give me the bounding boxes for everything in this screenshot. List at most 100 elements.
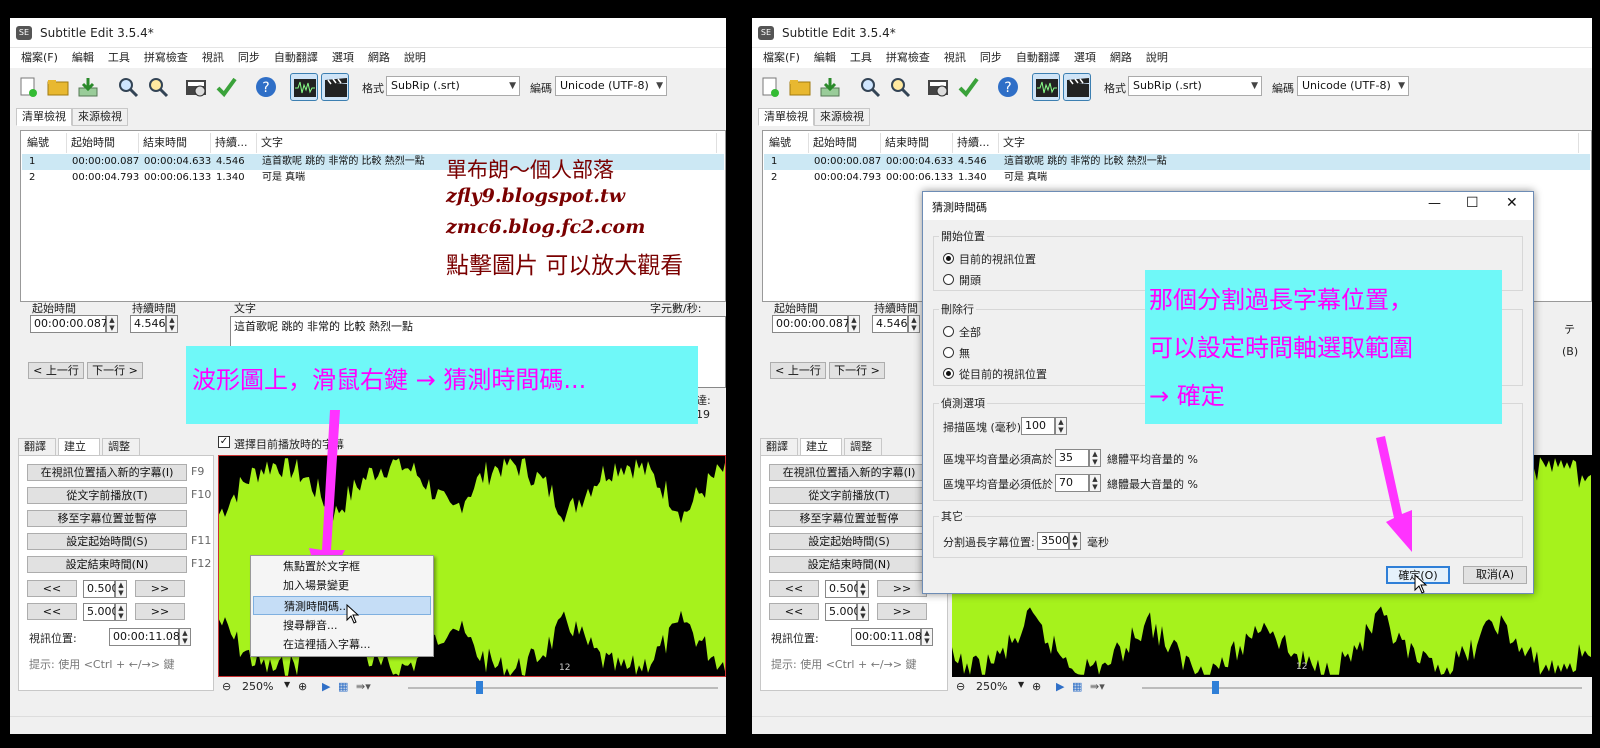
table-row[interactable]: 2 00:00:04.793 00:00:06.133 1.340 可是 真喘	[22, 170, 724, 186]
col-header-end[interactable]: 結束時間	[881, 133, 953, 153]
video-position-stepper[interactable]: ▲ ▼	[179, 628, 191, 646]
position-slider-track[interactable]	[408, 687, 718, 689]
visual-sync-icon[interactable]	[924, 73, 952, 101]
insert-subtitle-at-video-button[interactable]: 在視訊位置插入新的字幕(I)	[27, 464, 187, 481]
video-position-field[interactable]: 00:00:11.083	[109, 628, 187, 646]
step-value-field[interactable]: 0.500	[825, 580, 861, 598]
prev-line-button[interactable]: < 上一行	[28, 362, 84, 379]
play-icon[interactable]: ▶	[322, 680, 330, 693]
insert-subtitle-at-video-button[interactable]: 在視訊位置插入新的字幕(I)	[769, 464, 929, 481]
step-forward-button[interactable]: >>	[135, 580, 185, 597]
set-end-time-button[interactable]: 設定結束時間(N)	[769, 556, 929, 573]
min-volume-stepper[interactable]: ▲ ▼	[1089, 449, 1101, 467]
menu-file[interactable]: 檔案(F)	[14, 48, 65, 68]
step-forward-button[interactable]: >>	[877, 580, 927, 597]
format-select[interactable]: SubRip (.srt) ▼	[386, 76, 520, 96]
step-back-button[interactable]: <<	[27, 603, 77, 620]
cancel-button[interactable]: 取消(A)	[1463, 566, 1527, 584]
step-forward-button[interactable]: >>	[877, 603, 927, 620]
step-back-button[interactable]: <<	[27, 580, 77, 597]
step-value-field[interactable]: 5.000	[825, 603, 861, 621]
encoding-select[interactable]: Unicode (UTF-8) ▼	[1297, 76, 1409, 96]
context-guess-timecodes[interactable]: 猜測時間碼...	[253, 596, 431, 615]
step-back-button[interactable]: <<	[769, 603, 819, 620]
col-header-duration[interactable]: 持續...	[953, 133, 999, 153]
start-current-video-radio[interactable]	[943, 253, 954, 264]
prev-line-button[interactable]: < 上一行	[770, 362, 826, 379]
step-stepper[interactable]: ▲ ▼	[857, 603, 869, 621]
zoom-in-icon[interactable]: ⊕	[298, 680, 307, 693]
col-header-duration[interactable]: 持續...	[211, 133, 257, 153]
video-position-stepper[interactable]: ▲ ▼	[921, 628, 933, 646]
video-toggle-icon[interactable]	[321, 73, 349, 101]
new-file-icon[interactable]	[14, 73, 42, 101]
download-icon[interactable]	[816, 73, 844, 101]
position-slider-thumb[interactable]	[476, 681, 483, 694]
table-row[interactable]: 1 00:00:00.087 00:00:04.633 4.546 這首歌呢 跳…	[764, 154, 1590, 170]
max-volume-stepper[interactable]: ▲ ▼	[1089, 474, 1101, 492]
tab-adjust[interactable]: 調整	[102, 438, 140, 456]
split-long-field[interactable]: 3500	[1037, 532, 1069, 550]
video-position-field[interactable]: 00:00:11.083	[851, 628, 929, 646]
step-stepper[interactable]: ▲ ▼	[115, 603, 127, 621]
menu-video[interactable]: 視訊	[195, 48, 231, 68]
menu-auto-translate[interactable]: 自動翻譯	[267, 48, 325, 68]
download-icon[interactable]	[74, 73, 102, 101]
start-time-stepper[interactable]: ▲ ▼	[848, 315, 860, 333]
context-seek-silence[interactable]: 搜尋靜音...	[253, 616, 431, 635]
step-forward-button[interactable]: >>	[135, 603, 185, 620]
forward-icon[interactable]: ⇛▾	[1090, 680, 1105, 693]
start-time-field[interactable]: 00:00:00.087	[30, 315, 108, 333]
menu-video[interactable]: 視訊	[937, 48, 973, 68]
duration-field[interactable]: 4.546	[872, 315, 908, 333]
duration-field[interactable]: 4.546	[130, 315, 166, 333]
next-line-button[interactable]: 下一行 >	[87, 362, 143, 379]
sync-checkbox[interactable]: ✓	[218, 436, 230, 448]
step-stepper[interactable]: ▲ ▼	[857, 580, 869, 598]
format-select[interactable]: SubRip (.srt) ▼	[1128, 76, 1262, 96]
close-icon[interactable]: ✕	[1506, 195, 1518, 211]
zoom-out-icon[interactable]: ⊖	[956, 680, 965, 693]
set-start-time-button[interactable]: 設定起始時間(S)	[27, 533, 187, 550]
menu-network[interactable]: 網路	[361, 48, 397, 68]
search-icon[interactable]	[114, 73, 142, 101]
context-focus-textbox[interactable]: 焦點置於文字框	[253, 557, 431, 576]
goto-subtitle-pause-button[interactable]: 移至字幕位置並暫停	[27, 510, 187, 527]
next-line-button[interactable]: 下一行 >	[829, 362, 885, 379]
menu-edit[interactable]: 編輯	[65, 48, 101, 68]
tab-list-view[interactable]: 清單檢視	[758, 108, 814, 126]
chevron-down-icon[interactable]: ▼	[284, 680, 290, 689]
scan-block-field[interactable]: 100	[1021, 417, 1055, 435]
zoom-out-icon[interactable]: ⊖	[222, 680, 231, 693]
play-from-text-button[interactable]: 從文字前播放(T)	[27, 487, 187, 504]
table-row[interactable]: 2 00:00:04.793 00:00:06.133 1.340 可是 真喘	[764, 170, 1590, 186]
goto-subtitle-pause-button[interactable]: 移至字幕位置並暫停	[769, 510, 929, 527]
menu-spellcheck[interactable]: 拼寫檢查	[879, 48, 937, 68]
position-slider-track[interactable]	[1142, 687, 1582, 689]
zoom-level[interactable]: 250%	[976, 680, 1007, 693]
grid-icon[interactable]: ▦	[338, 680, 348, 693]
menu-options[interactable]: 選項	[325, 48, 361, 68]
tab-translate[interactable]: 翻譯	[18, 438, 56, 456]
table-row[interactable]: 1 00:00:00.087 00:00:04.633 4.546 這首歌呢 跳…	[22, 154, 724, 170]
menu-sync[interactable]: 同步	[231, 48, 267, 68]
tab-create[interactable]: 建立	[800, 438, 842, 456]
tab-list-view[interactable]: 清單檢視	[16, 108, 72, 126]
context-insert-subtitle-here[interactable]: 在這裡插入字幕...	[253, 635, 431, 654]
start-time-stepper[interactable]: ▲ ▼	[106, 315, 118, 333]
chevron-down-icon[interactable]: ▼	[1018, 680, 1024, 689]
col-header-start[interactable]: 起始時間	[67, 133, 139, 153]
scan-block-stepper[interactable]: ▲ ▼	[1055, 417, 1067, 435]
step-back-button[interactable]: <<	[769, 580, 819, 597]
col-header-end[interactable]: 結束時間	[139, 133, 211, 153]
duration-stepper[interactable]: ▲ ▼	[166, 315, 178, 333]
col-header-start[interactable]: 起始時間	[809, 133, 881, 153]
zoom-level[interactable]: 250%	[242, 680, 273, 693]
menu-spellcheck[interactable]: 拼寫檢查	[137, 48, 195, 68]
context-add-scene-change[interactable]: 加入場景變更	[253, 576, 431, 595]
menu-help[interactable]: 說明	[397, 48, 433, 68]
maximize-icon[interactable]: ☐	[1466, 195, 1479, 211]
spellcheck-icon[interactable]	[954, 73, 982, 101]
tab-translate[interactable]: 翻譯	[760, 438, 798, 456]
minimize-icon[interactable]: —	[1428, 196, 1441, 211]
